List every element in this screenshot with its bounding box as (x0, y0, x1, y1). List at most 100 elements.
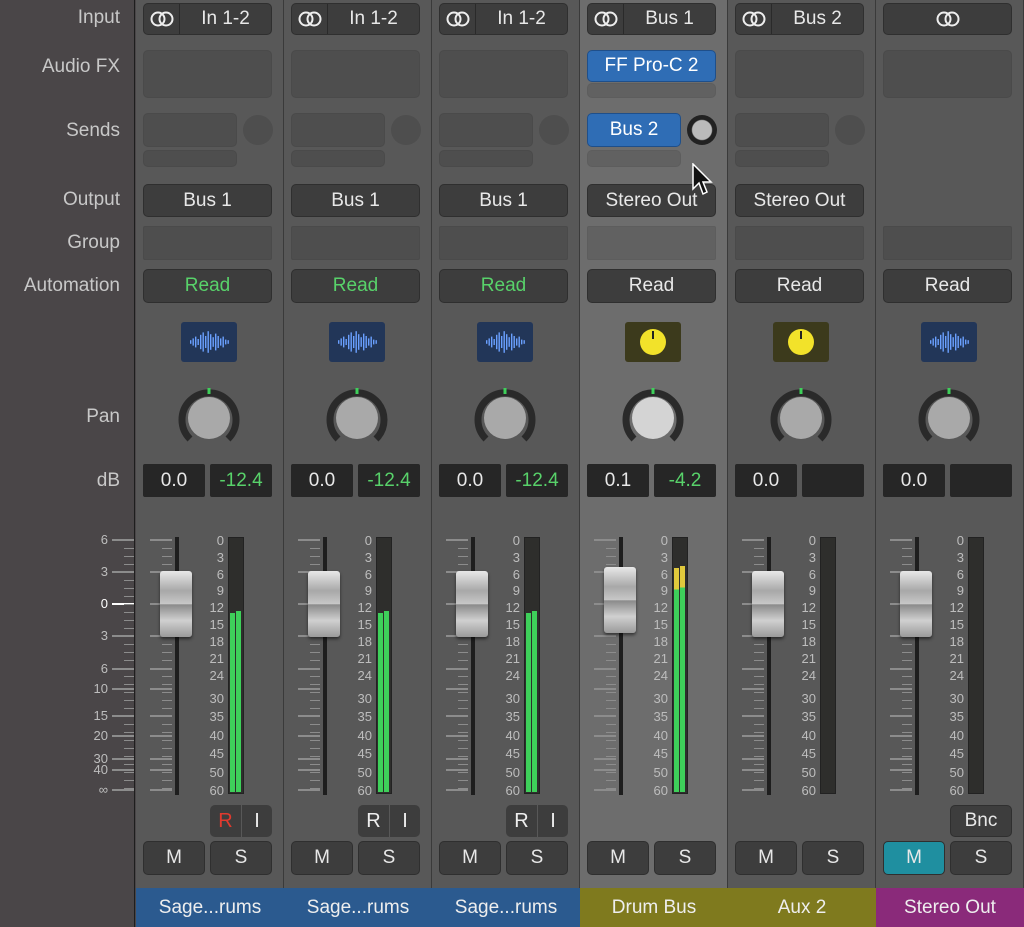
automation-mode-button[interactable]: Read (587, 269, 716, 303)
mute-button[interactable]: M (439, 841, 501, 875)
send-empty-slot[interactable] (291, 113, 385, 147)
send-level-knob[interactable] (391, 115, 421, 145)
send-empty-slot[interactable] (143, 150, 237, 167)
pan-knob[interactable] (768, 385, 834, 451)
send-level-knob[interactable] (243, 115, 273, 145)
input-slot[interactable]: Bus 2 (735, 3, 864, 35)
volume-fader-handle[interactable] (900, 571, 932, 637)
stereo-link-icon[interactable] (292, 4, 328, 34)
pan-knob[interactable] (324, 385, 390, 451)
automation-mode-button[interactable]: Read (735, 269, 864, 303)
audio-fx-empty-slot[interactable] (735, 50, 864, 98)
output-slot[interactable]: Bus 1 (439, 184, 568, 217)
mute-button[interactable]: M (291, 841, 353, 875)
peak-readout[interactable]: -12.4 (358, 464, 420, 497)
send-empty-slot[interactable] (143, 113, 237, 147)
volume-fader-handle[interactable] (752, 571, 784, 637)
waveform-icon[interactable] (181, 322, 237, 362)
solo-button[interactable]: S (654, 841, 716, 875)
solo-button[interactable]: S (358, 841, 420, 875)
send-empty-slot[interactable] (291, 150, 385, 167)
solo-button[interactable]: S (802, 841, 864, 875)
mute-button[interactable]: M (883, 841, 945, 875)
record-enable-button[interactable]: R (506, 805, 537, 837)
send-empty-slot[interactable] (735, 113, 829, 147)
group-slot[interactable] (587, 226, 716, 260)
automation-mode-button[interactable]: Read (439, 269, 568, 303)
mute-button[interactable]: M (587, 841, 649, 875)
peak-readout[interactable]: -12.4 (506, 464, 568, 497)
send-slot[interactable]: Bus 2 (587, 113, 681, 147)
solo-button[interactable]: S (210, 841, 272, 875)
pan-knob[interactable] (620, 385, 686, 451)
send-level-knob[interactable] (835, 115, 865, 145)
peak-readout[interactable] (950, 464, 1012, 497)
volume-readout[interactable]: 0.0 (143, 464, 205, 497)
group-slot[interactable] (291, 226, 420, 260)
channel-name[interactable]: Drum Bus (580, 888, 728, 927)
send-empty-slot[interactable] (439, 113, 533, 147)
volume-readout[interactable]: 0.0 (735, 464, 797, 497)
volume-readout[interactable]: 0.0 (883, 464, 945, 497)
waveform-icon[interactable] (329, 322, 385, 362)
input-slot[interactable]: In 1-2 (291, 3, 420, 35)
waveform-icon[interactable] (921, 322, 977, 362)
group-slot[interactable] (439, 226, 568, 260)
audio-fx-empty-slot[interactable] (883, 50, 1012, 98)
pan-knob[interactable] (472, 385, 538, 451)
output-slot[interactable]: Stereo Out (735, 184, 864, 217)
peak-readout[interactable]: -12.4 (210, 464, 272, 497)
audio-fx-empty-slot[interactable] (587, 83, 716, 98)
peak-readout[interactable] (802, 464, 864, 497)
stereo-link-icon[interactable] (144, 4, 180, 34)
stereo-link-icon[interactable] (440, 4, 476, 34)
input-monitor-button[interactable]: I (242, 805, 272, 837)
stereo-link-icon[interactable] (736, 4, 772, 34)
volume-fader-handle[interactable] (160, 571, 192, 637)
audio-fx-empty-slot[interactable] (291, 50, 420, 98)
peak-readout[interactable]: -4.2 (654, 464, 716, 497)
mute-button[interactable]: M (143, 841, 205, 875)
channel-name[interactable]: Sage...rums (284, 888, 432, 927)
send-empty-slot[interactable] (439, 150, 533, 167)
send-empty-slot[interactable] (587, 150, 681, 167)
channel-name[interactable]: Stereo Out (876, 888, 1024, 927)
input-slot[interactable]: Bus 1 (587, 3, 716, 35)
output-slot[interactable]: Bus 1 (143, 184, 272, 217)
output-slot[interactable]: Bus 1 (291, 184, 420, 217)
input-monitor-button[interactable]: I (390, 805, 420, 837)
mute-button[interactable]: M (735, 841, 797, 875)
stereo-link-icon[interactable] (588, 4, 624, 34)
channel-name[interactable]: Sage...rums (136, 888, 284, 927)
waveform-icon[interactable] (477, 322, 533, 362)
pan-knob[interactable] (176, 385, 242, 451)
automation-mode-button[interactable]: Read (143, 269, 272, 303)
solo-button[interactable]: S (506, 841, 568, 875)
record-enable-button[interactable]: R (210, 805, 241, 837)
audio-fx-empty-slot[interactable] (439, 50, 568, 98)
pan-knob[interactable] (916, 385, 982, 451)
input-slot[interactable]: In 1-2 (439, 3, 568, 35)
volume-readout[interactable]: 0.0 (291, 464, 353, 497)
audio-fx-plugin-slot[interactable]: FF Pro-C 2 (587, 50, 716, 82)
group-slot[interactable] (735, 226, 864, 260)
audio-fx-empty-slot[interactable] (143, 50, 272, 98)
channel-name[interactable]: Aux 2 (728, 888, 876, 927)
group-slot[interactable] (883, 226, 1012, 260)
input-slot[interactable] (883, 3, 1012, 35)
volume-fader-handle[interactable] (604, 567, 636, 633)
automation-mode-button[interactable]: Read (291, 269, 420, 303)
volume-fader-handle[interactable] (308, 571, 340, 637)
aux-knob-icon[interactable] (773, 322, 829, 362)
solo-button[interactable]: S (950, 841, 1012, 875)
record-enable-button[interactable]: R (358, 805, 389, 837)
automation-mode-button[interactable]: Read (883, 269, 1012, 303)
stereo-link-icon[interactable] (884, 4, 1011, 34)
bounce-button[interactable]: Bnc (950, 805, 1012, 837)
input-monitor-button[interactable]: I (538, 805, 568, 837)
send-level-knob[interactable] (539, 115, 569, 145)
input-slot[interactable]: In 1-2 (143, 3, 272, 35)
volume-readout[interactable]: 0.1 (587, 464, 649, 497)
channel-name[interactable]: Sage...rums (432, 888, 580, 927)
send-empty-slot[interactable] (735, 150, 829, 167)
